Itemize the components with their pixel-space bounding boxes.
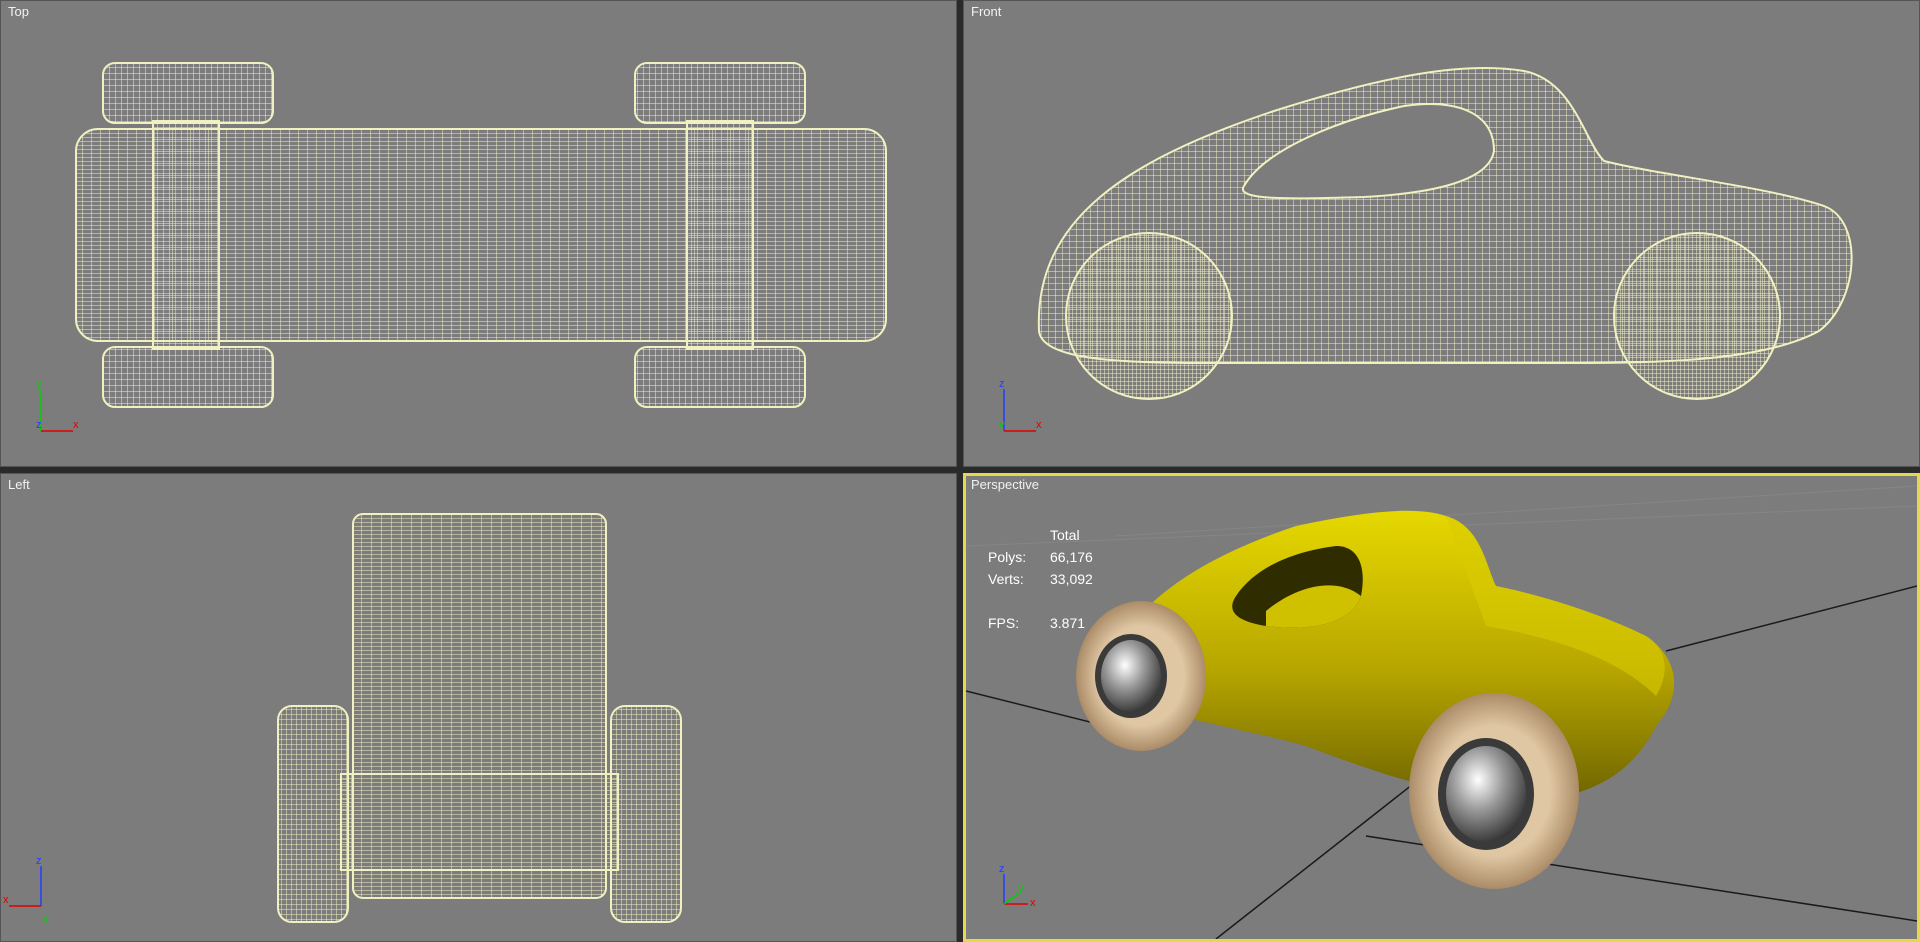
verts-value: 33,092: [1050, 571, 1093, 587]
verts-label: Verts:: [988, 571, 1024, 587]
axis-gizmo-front: z y x: [999, 378, 1042, 432]
wheel-rear-3d: [1409, 693, 1579, 889]
viewport-top[interactable]: Top y z x: [0, 0, 957, 467]
fps-label: FPS:: [988, 615, 1020, 631]
wheel-rear-side: [1613, 232, 1781, 400]
wheel-front-side: [1065, 232, 1233, 400]
wheel-front-3d: [1076, 601, 1206, 751]
svg-text:x: x: [1030, 897, 1036, 909]
viewport-perspective[interactable]: Perspective z y x Total Polys: 66,176 Ve…: [963, 473, 1920, 942]
svg-text:z: z: [999, 378, 1005, 390]
viewport-left[interactable]: Left z x y: [0, 473, 957, 942]
left-wireframe: z x y: [3, 513, 682, 925]
wheel-left-rear: [277, 705, 349, 923]
wheel-top-rl: [102, 346, 274, 408]
svg-text:y: y: [36, 378, 42, 390]
wheel-top-rr: [634, 346, 806, 408]
top-wireframe: y z x: [36, 62, 887, 432]
svg-text:z: z: [999, 863, 1005, 875]
svg-text:x: x: [1036, 419, 1042, 431]
axle-rear-top: [686, 120, 754, 350]
front-wireframe: z y x: [999, 67, 1853, 432]
svg-text:z: z: [36, 855, 42, 867]
svg-text:z: z: [36, 419, 42, 431]
axis-gizmo-top: y z x: [36, 378, 79, 432]
svg-text:y: y: [1018, 883, 1024, 895]
polys-label: Polys:: [988, 549, 1027, 565]
wheel-top-fr: [634, 62, 806, 124]
polys-value: 66,176: [1050, 549, 1093, 565]
svg-text:x: x: [73, 419, 79, 431]
axis-gizmo-left: z x y: [3, 855, 49, 925]
viewport-front[interactable]: Front z y x: [963, 0, 1920, 467]
wheel-top-fl: [102, 62, 274, 124]
axle-front-top: [152, 120, 220, 350]
axle-rear: [340, 773, 619, 871]
svg-text:y: y: [999, 419, 1005, 431]
stats-header: Total: [1050, 527, 1080, 543]
axis-gizmo-perspective: z y x: [999, 863, 1036, 909]
perspective-render: z y x: [966, 485, 1917, 939]
fps-value: 3.871: [1050, 615, 1086, 631]
svg-text:x: x: [3, 894, 9, 906]
wheel-right-rear: [610, 705, 682, 923]
svg-text:y: y: [43, 913, 49, 925]
